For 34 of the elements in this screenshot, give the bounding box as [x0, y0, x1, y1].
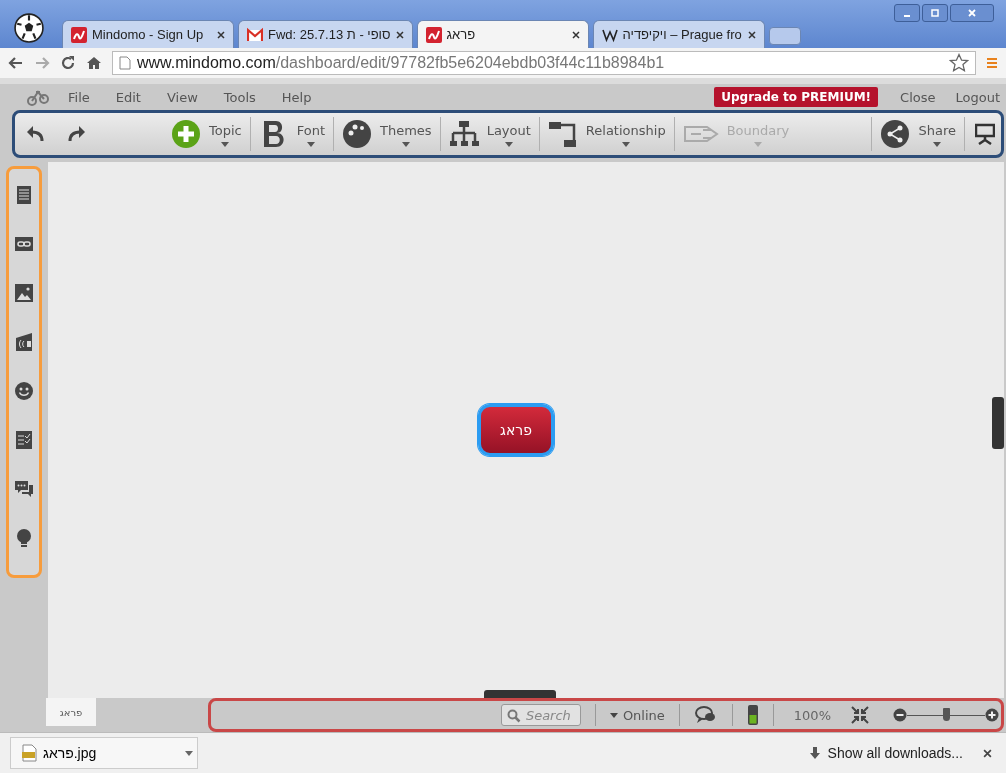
- menu-item[interactable]: Edit: [115, 89, 141, 105]
- toolbar-label: Layout: [486, 123, 531, 138]
- toolbar-button[interactable]: Topic: [169, 119, 244, 149]
- toolbar-button[interactable]: Relationship: [545, 119, 668, 149]
- account-link[interactable]: Close: [900, 89, 936, 105]
- toolbar-label: Topic: [209, 123, 242, 138]
- browser-tab[interactable]: Fwd: 25.7.13 סופי - ת: [238, 20, 413, 48]
- menu-item[interactable]: File: [68, 89, 90, 105]
- menu-item[interactable]: Tools: [223, 89, 256, 105]
- browser-tab[interactable]: ויקיפדיה – Prague fro: [592, 20, 765, 48]
- menu-item[interactable]: View: [166, 89, 198, 105]
- online-dropdown[interactable]: Online: [609, 707, 665, 723]
- address-field[interactable]: www.mindomo.com/dashboard/edit/97782fb5e6204ebdb03f44c11b8984b1: [112, 51, 976, 75]
- menu-item[interactable]: Help: [281, 89, 312, 105]
- account-link[interactable]: Logout: [955, 89, 1000, 105]
- upgrade-button[interactable]: Upgrade to PREMIUM!: [714, 87, 879, 107]
- toolbar-button[interactable]: Layout: [446, 119, 533, 149]
- toolbar-label: Themes: [380, 123, 432, 138]
- toolbar-button[interactable]: Share: [878, 119, 958, 149]
- browser-tab[interactable]: פראג: [416, 20, 589, 48]
- zoom-percentage: 100%: [793, 707, 831, 723]
- toolbar-button[interactable]: Themes: [340, 119, 434, 149]
- topic-node[interactable]: פראג: [478, 404, 554, 456]
- download-item[interactable]: פראג.jpg: [10, 737, 198, 769]
- browser-tab[interactable]: Mindomo - Sign Up: [62, 20, 234, 48]
- search-field[interactable]: Search: [500, 704, 581, 726]
- toolbar-label: Share: [918, 123, 956, 138]
- sheet-tab[interactable]: פראג: [46, 698, 96, 726]
- show-all-downloads-link[interactable]: Show all downloads...: [809, 745, 963, 761]
- toolbar-label: Relationship: [585, 123, 666, 138]
- toolbar-label: Boundary: [726, 123, 790, 138]
- toolbar-label: Font: [296, 123, 325, 138]
- toolbar-button[interactable]: Font: [256, 119, 327, 149]
- file-name: פראג.jpg: [43, 745, 97, 761]
